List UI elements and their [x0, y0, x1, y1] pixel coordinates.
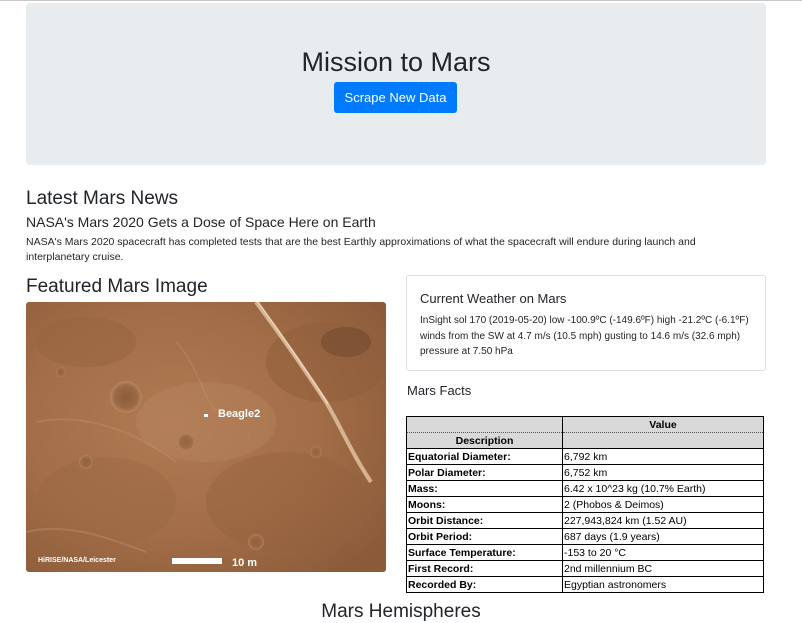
- table-header-row: Value: [406, 416, 764, 433]
- mars-facts-heading: Mars Facts: [407, 383, 472, 398]
- fact-value: 2 (Phobos & Deimos): [562, 496, 764, 513]
- scale-label: 10 m: [232, 557, 257, 569]
- fact-value: Egyptian astronomers: [562, 576, 764, 593]
- fact-value: 687 days (1.9 years): [562, 528, 764, 545]
- table-row: Moons: 2 (Phobos & Deimos): [406, 496, 764, 513]
- table-header-value: Value: [562, 416, 764, 433]
- latest-news-heading: Latest Mars News: [26, 188, 179, 209]
- fact-value: 6.42 x 10^23 kg (10.7% Earth): [562, 480, 764, 497]
- table-row: Orbit Distance: 227,943,824 km (1.52 AU): [406, 512, 764, 529]
- fact-label: Moons:: [406, 496, 563, 513]
- scale-bar: [172, 558, 222, 564]
- fact-value: 6,752 km: [562, 464, 764, 481]
- table-row: Recorded By: Egyptian astronomers: [406, 576, 764, 593]
- fact-value: 2nd millennium BC: [562, 560, 764, 577]
- table-header-blank: [562, 432, 764, 449]
- weather-text: InSight sol 170 (2019-05-20) low -100.9º…: [420, 315, 749, 357]
- featured-mars-image[interactable]: Beagle2 HiRISE/NASA/Leicester 10 m: [26, 302, 386, 572]
- table-row: First Record: 2nd millennium BC: [406, 560, 764, 577]
- weather-card: Current Weather on Mars InSight sol 170 …: [406, 275, 766, 371]
- fact-label: Recorded By:: [406, 576, 563, 593]
- table-header-row: Description: [406, 432, 764, 449]
- table-row: Equatorial Diameter: 6,792 km: [406, 448, 764, 465]
- image-credit: HiRISE/NASA/Leicester: [38, 557, 116, 564]
- scrape-new-data-button[interactable]: Scrape New Data: [334, 82, 457, 113]
- page-title: Mission to Mars: [301, 47, 491, 77]
- table-header-description: Description: [406, 432, 563, 449]
- fact-label: Orbit Distance:: [406, 512, 563, 529]
- table-row: Mass: 6.42 x 10^23 kg (10.7% Earth): [406, 480, 764, 497]
- top-divider: [0, 0, 802, 1]
- featured-image-heading: Featured Mars Image: [26, 276, 208, 297]
- news-body: NASA's Mars 2020 spacecraft has complete…: [26, 236, 696, 263]
- table-row: Surface Temperature: -153 to 20 °C: [406, 544, 764, 561]
- mars-facts-table: Value Description Equatorial Diameter: 6…: [406, 416, 764, 593]
- table-row: Orbit Period: 687 days (1.9 years): [406, 528, 764, 545]
- fact-label: Mass:: [406, 480, 563, 497]
- fact-label: Polar Diameter:: [406, 464, 563, 481]
- fact-value: 6,792 km: [562, 448, 764, 465]
- table-row: Polar Diameter: 6,752 km: [406, 464, 764, 481]
- mars-surface-image: Beagle2 HiRISE/NASA/Leicester 10 m: [26, 302, 386, 572]
- fact-value: -153 to 20 °C: [562, 544, 764, 561]
- fact-label: Surface Temperature:: [406, 544, 563, 561]
- fact-label: First Record:: [406, 560, 563, 577]
- table-header-blank: [406, 416, 563, 433]
- weather-title: Current Weather on Mars: [420, 291, 567, 306]
- news-headline: NASA's Mars 2020 Gets a Dose of Space He…: [26, 214, 376, 230]
- mars-hemispheres-heading: Mars Hemispheres: [321, 601, 481, 622]
- fact-value: 227,943,824 km (1.52 AU): [562, 512, 764, 529]
- fact-label: Orbit Period:: [406, 528, 563, 545]
- jumbotron: Mission to Mars Scrape New Data: [26, 3, 766, 165]
- fact-label: Equatorial Diameter:: [406, 448, 563, 465]
- beagle2-label: Beagle2: [218, 408, 260, 420]
